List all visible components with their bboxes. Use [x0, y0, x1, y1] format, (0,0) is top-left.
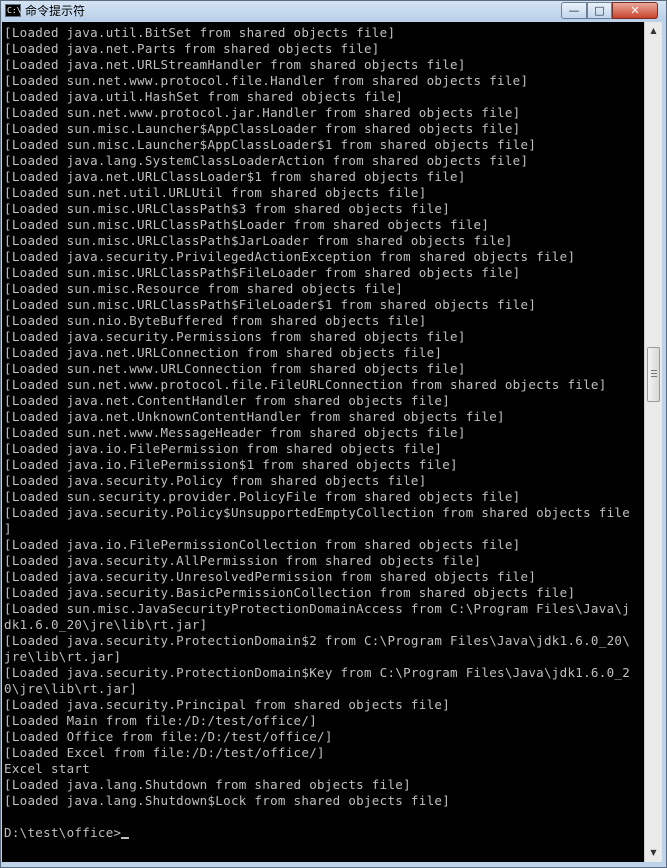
- window-title: 命令提示符: [25, 4, 86, 18]
- cmd-app-icon[interactable]: C:\: [5, 4, 21, 17]
- console-line: [Loaded sun.net.util.URLUtil from shared…: [4, 185, 427, 200]
- console-line: [Loaded java.io.FilePermission from shar…: [4, 441, 443, 456]
- console-line: ]: [4, 521, 12, 536]
- console-line: [Loaded java.util.HashSet from shared ob…: [4, 89, 404, 104]
- console-line: [Loaded Excel from file:/D:/test/office/…: [4, 745, 325, 760]
- console-line: [Loaded java.lang.Shutdown$Lock from sha…: [4, 793, 451, 808]
- console-line: [Loaded sun.misc.URLClassPath$FileLoader…: [4, 297, 537, 312]
- text-cursor: [121, 837, 130, 839]
- console-line: dk1.6.0_20\jre\lib\rt.jar]: [4, 617, 208, 632]
- console-line: [Loaded sun.misc.URLClassPath$JarLoader …: [4, 233, 513, 248]
- scroll-down-arrow-icon[interactable]: ▼: [646, 845, 661, 861]
- console-line: [Loaded java.io.FilePermission$1 from sh…: [4, 457, 458, 472]
- title-bar[interactable]: C:\ 命令提示符 — □ ✕: [1, 1, 666, 21]
- scrollbar-thumb[interactable]: [647, 347, 660, 402]
- close-button[interactable]: ✕: [612, 2, 658, 19]
- console-line: [Loaded sun.net.www.protocol.jar.Handler…: [4, 105, 521, 120]
- console-line: [Loaded java.security.Policy$Unsupported…: [4, 505, 631, 520]
- minimize-icon: —: [568, 4, 580, 17]
- console-line: [Loaded sun.misc.Launcher$AppClassLoader…: [4, 137, 537, 152]
- maximize-button[interactable]: □: [587, 2, 612, 19]
- prompt-text: D:\test\office>: [4, 825, 122, 840]
- console-line: [Loaded java.util.BitSet from shared obj…: [4, 25, 396, 40]
- console-line: [Loaded sun.misc.JavaSecurityProtectionD…: [4, 601, 631, 616]
- console-line: [Loaded sun.misc.URLClassPath$FileLoader…: [4, 265, 521, 280]
- console-line: [Loaded java.security.ProtectionDomain$2…: [4, 633, 631, 648]
- console-line: [Loaded java.security.AllPermission from…: [4, 553, 482, 568]
- grip-line: [651, 373, 657, 374]
- console-line: [Loaded java.io.FilePermissionCollection…: [4, 537, 521, 552]
- console-line: [Loaded java.security.Permissions from s…: [4, 329, 466, 344]
- console-line: [Loaded java.security.Principal from sha…: [4, 697, 451, 712]
- console-line: [Loaded sun.net.www.protocol.file.FileUR…: [4, 377, 607, 392]
- console-line: [Loaded sun.nio.ByteBuffered from shared…: [4, 313, 427, 328]
- console-line: [Loaded java.lang.Shutdown from shared o…: [4, 777, 411, 792]
- maximize-icon: □: [594, 4, 605, 17]
- console-line: [Loaded java.net.URLClassLoader$1 from s…: [4, 169, 466, 184]
- console-line: [Loaded sun.net.www.protocol.file.Handle…: [4, 73, 529, 88]
- grip-line: [651, 370, 657, 371]
- console-output: [Loaded java.util.BitSet from shared obj…: [4, 25, 630, 841]
- console-line: [Loaded java.net.URLStreamHandler from s…: [4, 57, 466, 72]
- minimize-button[interactable]: —: [561, 2, 587, 19]
- console-line: [Loaded Main from file:/D:/test/office/]: [4, 713, 318, 728]
- console-line: [Loaded java.security.ProtectionDomain$K…: [4, 665, 631, 680]
- console-line: [Loaded sun.misc.Resource from shared ob…: [4, 281, 404, 296]
- console-line: jre\lib\rt.jar]: [4, 649, 122, 664]
- console-line: [Loaded java.security.UnresolvedPermissi…: [4, 569, 537, 584]
- command-prompt-line[interactable]: D:\test\office>: [4, 825, 630, 841]
- console-output-area[interactable]: [Loaded java.util.BitSet from shared obj…: [2, 22, 644, 862]
- console-line: Excel start: [4, 761, 91, 776]
- console-line: [Loaded java.net.Parts from shared objec…: [4, 41, 380, 56]
- console-line: [Loaded java.net.ContentHandler from sha…: [4, 393, 451, 408]
- scroll-up-arrow-icon[interactable]: ▲: [646, 23, 661, 39]
- console-line: [Loaded sun.net.www.URLConnection from s…: [4, 361, 466, 376]
- grip-line: [651, 376, 657, 377]
- console-line: [Loaded java.security.PrivilegedActionEx…: [4, 249, 576, 264]
- console-line: [Loaded java.net.URLConnection from shar…: [4, 345, 443, 360]
- console-line: [Loaded sun.misc.Launcher$AppClassLoader…: [4, 121, 521, 136]
- console-line: 0\jre\lib\rt.jar]: [4, 681, 138, 696]
- console-line: [Loaded java.net.UnknownContentHandler f…: [4, 409, 505, 424]
- console-line: [Loaded Office from file:/D:/test/office…: [4, 729, 333, 744]
- console-line: [Loaded sun.misc.URLClassPath$Loader fro…: [4, 217, 490, 232]
- console-line: [Loaded java.lang.SystemClassLoaderActio…: [4, 153, 529, 168]
- console-line: [Loaded sun.misc.URLClassPath$3 from sha…: [4, 201, 451, 216]
- console-line: [Loaded java.security.BasicPermissionCol…: [4, 585, 576, 600]
- console-line: [Loaded java.security.Policy from shared…: [4, 473, 427, 488]
- vertical-scrollbar[interactable]: ▲ ▼: [644, 22, 662, 862]
- console-line: [Loaded sun.net.www.MessageHeader from s…: [4, 425, 466, 440]
- close-icon: ✕: [630, 4, 640, 17]
- console-line: [Loaded sun.security.provider.PolicyFile…: [4, 489, 521, 504]
- cmd-window: C:\ 命令提示符 — □ ✕ [Loaded java.util.BitSet…: [0, 0, 667, 868]
